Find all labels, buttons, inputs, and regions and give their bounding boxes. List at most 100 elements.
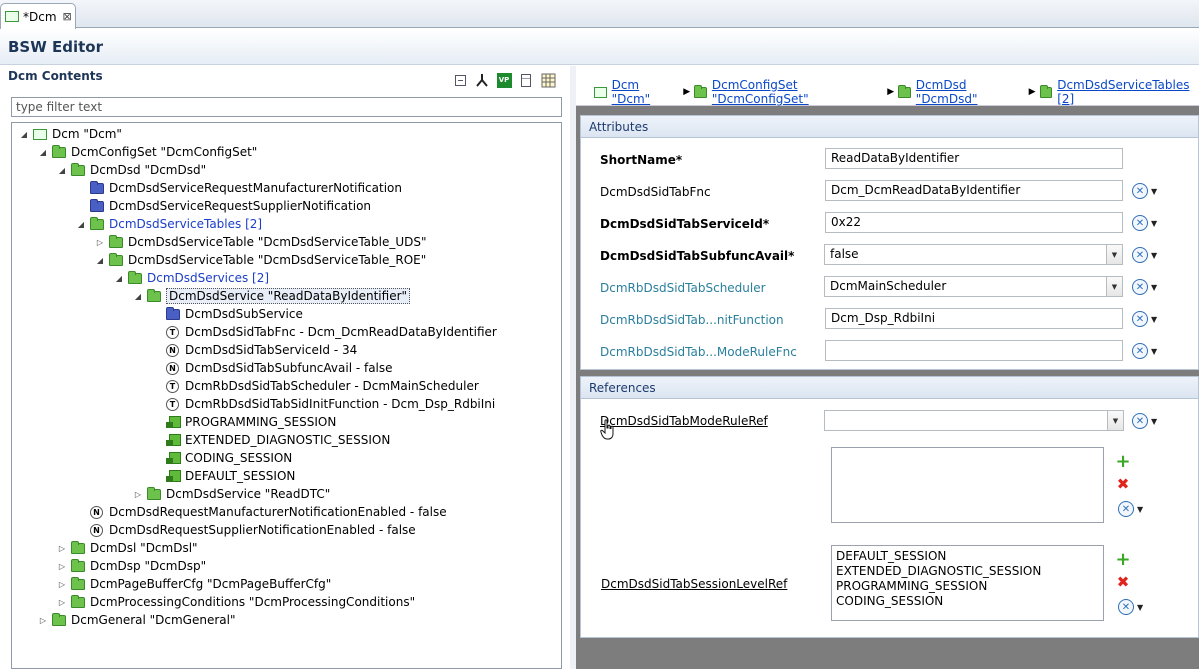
tree-node[interactable]: ▷ DcmDsdService "ReadDTC" — [132, 485, 330, 503]
contents-tree[interactable]: ◢ Dcm "Dcm" ◢ DcmConfigSet "DcmConfigSet" ◢ D… — [11, 122, 562, 669]
tree-expanded-icon[interactable]: ◢ — [132, 292, 144, 301]
tree-node[interactable]: ◢ Dcm "Dcm" — [18, 125, 122, 143]
tree-node[interactable]: ▷ DcmGeneral "DcmGeneral" — [37, 611, 236, 629]
list-item[interactable]: EXTENDED_DIAGNOSTIC_SESSION — [836, 564, 1099, 579]
breadcrumb-item[interactable]: DcmDsd "DcmDsd" — [898, 78, 1018, 106]
tree-node[interactable]: N DcmDsdRequestSupplierNotificationEnable… — [75, 521, 416, 539]
tree-node[interactable]: ◢ DcmDsd "DcmDsd" — [56, 161, 206, 179]
tree-node[interactable]: T DcmRbDsdSidTabSidInitFunction - Dcm_Dsp… — [151, 395, 495, 413]
editor-tab-dcm[interactable]: *Dcm ⊠ — [0, 3, 76, 29]
attribute-reset-button[interactable]: ✕ ▼ — [1132, 278, 1160, 296]
tree-node[interactable]: DcmDsdSubService — [151, 305, 303, 323]
tree-node[interactable]: ▷ DcmDsdServiceTable "DcmDsdServiceTable_… — [94, 233, 427, 251]
folder-icon — [71, 576, 85, 590]
hierarchy-icon[interactable] — [474, 72, 490, 88]
tree-node[interactable]: ◢ DcmDsdServiceTable "DcmDsdServiceTable_… — [94, 251, 426, 269]
attribute-combo[interactable]: DcmMainScheduler ▼ — [824, 276, 1123, 297]
list-item[interactable]: CODING_SESSION — [836, 594, 1099, 609]
mode-rule-list[interactable] — [831, 447, 1104, 523]
tree-collapsed-icon[interactable]: ▷ — [56, 598, 68, 607]
attribute-reset-button[interactable]: ✕ ▼ — [1132, 246, 1160, 264]
tree-collapsed-icon[interactable]: ▷ — [56, 544, 68, 553]
tree-node[interactable]: ▷ DcmDsp "DcmDsp" — [56, 557, 206, 575]
breadcrumb-link[interactable]: Dcm "Dcm" — [612, 78, 674, 106]
attribute-reset-button[interactable]: ✕ ▼ — [1132, 310, 1160, 328]
mode-rule-ref-label[interactable]: DcmDsdSidTabModeRuleRef — [600, 414, 768, 428]
attribute-reset-button[interactable]: ✕ ▼ — [1132, 182, 1160, 200]
attribute-input[interactable]: Dcm_DcmReadDataByIdentifier — [825, 180, 1123, 201]
attribute-reset-button[interactable]: ✕ ▼ — [1132, 342, 1160, 360]
tree-node[interactable]: ◢ DcmDsdServices [2] — [113, 269, 269, 287]
tree-node-label: DcmRbDsdSidTabSidInitFunction - Dcm_Dsp_… — [185, 397, 496, 411]
list-item[interactable]: DEFAULT_SESSION — [836, 549, 1099, 564]
tree-node[interactable]: DEFAULT_SESSION — [151, 467, 295, 485]
tree-filter-input[interactable] — [11, 97, 562, 117]
tree-node[interactable]: DcmDsdServiceRequestSupplierNotification — [75, 197, 371, 215]
delete-session-level-icon[interactable]: ✖ — [1116, 573, 1130, 591]
add-mode-rule-icon[interactable]: + — [1115, 453, 1130, 471]
tree-node[interactable]: PROGRAMMING_SESSION — [151, 413, 336, 431]
attribute-combo[interactable]: false ▼ — [824, 244, 1123, 265]
tree-node[interactable]: ▷ DcmDsl "DcmDsl" — [56, 539, 198, 557]
list-item[interactable]: PROGRAMMING_SESSION — [836, 579, 1099, 594]
folder-icon — [147, 288, 161, 302]
vp-res-icon[interactable]: VP — [496, 72, 512, 88]
tree-node[interactable]: T DcmDsdSidTabFnc - Dcm_DcmReadDataByIden… — [151, 323, 497, 341]
breadcrumb-link[interactable]: DcmDsd "DcmDsd" — [916, 78, 1019, 106]
attribute-input[interactable] — [825, 340, 1123, 361]
tree-collapsed-icon[interactable]: ▷ — [37, 616, 49, 625]
tree-node[interactable]: N DcmDsdSidTabServiceId - 34 — [151, 341, 357, 359]
tree-node[interactable]: ◢ DcmDsdServiceTables [2] — [75, 215, 262, 233]
attribute-input[interactable]: ReadDataByIdentifier — [825, 148, 1123, 169]
mode-rule-ref-combo[interactable]: ▼ — [824, 410, 1124, 431]
tree-expanded-icon[interactable]: ◢ — [94, 256, 106, 265]
tree-node[interactable]: DcmDsdServiceRequestManufacturerNotifica… — [75, 179, 402, 197]
mode-rule-ref-reset[interactable]: ✕ ▼ — [1132, 412, 1160, 430]
tree-node[interactable]: N DcmDsdSidTabSubfuncAvail - false — [151, 359, 393, 377]
tree-node[interactable]: ▷ DcmPageBufferCfg "DcmPageBufferCfg" — [56, 575, 331, 593]
folder-icon — [71, 594, 85, 608]
breadcrumb-link[interactable]: DcmDsdServiceTables [2] — [1057, 78, 1193, 106]
tree-expanded-icon[interactable]: ◢ — [37, 148, 49, 157]
breadcrumb-item[interactable]: Dcm "Dcm" — [594, 78, 673, 106]
delete-mode-rule-icon[interactable]: ✖ — [1116, 475, 1130, 493]
chevron-down-icon[interactable]: ▼ — [1107, 411, 1123, 430]
attributes-header[interactable]: Attributes — [581, 116, 1198, 138]
attribute-input[interactable]: 0x22 — [825, 212, 1123, 233]
tree-node[interactable]: ▷ DcmProcessingConditions "DcmProcessingC… — [56, 593, 415, 611]
attribute-input[interactable]: Dcm_Dsp_RdbiIni — [825, 308, 1123, 329]
session-level-ref-label[interactable]: DcmDsdSidTabSessionLevelRef — [601, 577, 787, 591]
tree-collapsed-icon[interactable]: ▷ — [56, 580, 68, 589]
tree-node[interactable]: ◢ DcmDsdService "ReadDataByIdentifier" — [132, 287, 411, 305]
breadcrumb-link[interactable]: DcmConfigSet "DcmConfigSet" — [712, 78, 877, 106]
tree-node[interactable]: EXTENDED_DIAGNOSTIC_SESSION — [151, 431, 390, 449]
tree-expanded-icon[interactable]: ◢ — [75, 220, 87, 229]
attribute-reset-button[interactable]: ✕ ▼ — [1132, 214, 1160, 232]
references-header[interactable]: References — [581, 377, 1198, 399]
session-level-list[interactable]: DEFAULT_SESSION EXTENDED_DIAGNOSTIC_SESSI… — [831, 545, 1104, 621]
tree-node[interactable]: ◢ DcmConfigSet "DcmConfigSet" — [37, 143, 257, 161]
chevron-down-icon[interactable]: ▼ — [1106, 245, 1122, 264]
breadcrumb-item[interactable]: DcmDsdServiceTables [2] — [1039, 78, 1193, 106]
session-level-reset[interactable]: ✕ ▼ — [1118, 598, 1146, 616]
tree-node-label: PROGRAMMING_SESSION — [185, 415, 337, 429]
tree-expanded-icon[interactable]: ◢ — [56, 166, 68, 175]
tree-collapsed-icon[interactable]: ▷ — [132, 490, 144, 499]
table-icon[interactable] — [540, 72, 556, 88]
tree-node[interactable]: CODING_SESSION — [151, 449, 292, 467]
tree-expanded-icon[interactable]: ◢ — [18, 130, 30, 139]
mode-rule-list-reset[interactable]: ✕ ▼ — [1118, 500, 1146, 518]
chevron-down-icon[interactable]: ▼ — [1106, 277, 1122, 296]
collapse-all-icon[interactable] — [452, 72, 468, 88]
tree-node[interactable]: N DcmDsdRequestManufacturerNotificationEn… — [75, 503, 447, 521]
reset-icon: ✕ — [1132, 311, 1148, 327]
reset-icon: ✕ — [1132, 183, 1148, 199]
document-icon[interactable] — [518, 72, 534, 88]
add-session-level-icon[interactable]: + — [1115, 551, 1130, 569]
tree-collapsed-icon[interactable]: ▷ — [56, 562, 68, 571]
tree-expanded-icon[interactable]: ◢ — [113, 274, 125, 283]
tree-collapsed-icon[interactable]: ▷ — [94, 238, 106, 247]
close-tab-icon[interactable]: ⊠ — [63, 10, 72, 23]
tree-node[interactable]: T DcmRbDsdSidTabScheduler - DcmMainSchedu… — [151, 377, 479, 395]
breadcrumb-item[interactable]: DcmConfigSet "DcmConfigSet" — [694, 78, 877, 106]
